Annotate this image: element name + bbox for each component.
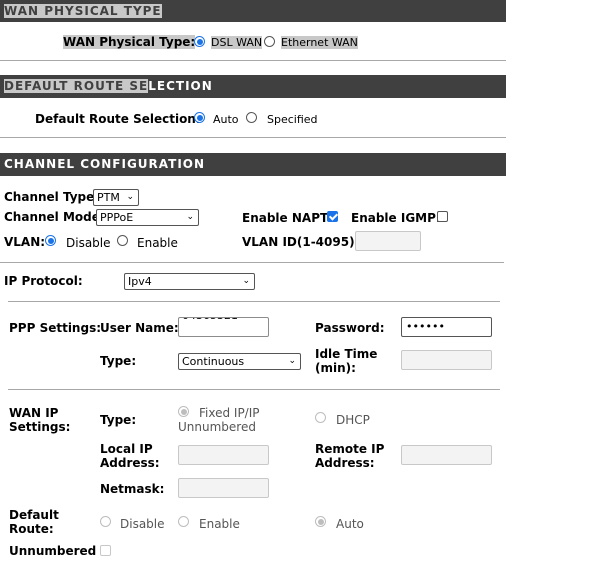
remote-ip-input[interactable] <box>401 445 492 465</box>
vlan-id-input[interactable] <box>355 231 421 251</box>
default-route-enable-radio[interactable] <box>178 516 189 527</box>
route-auto-radio[interactable] <box>194 112 205 123</box>
enable-igmp-label: Enable IGMP: <box>351 211 441 225</box>
chevron-down-icon: ⌄ <box>126 192 134 202</box>
channel-mode-select[interactable]: PPPoE ⌄ <box>96 209 199 226</box>
wan-ip-type-label: Type: <box>100 413 137 427</box>
divider <box>0 60 506 61</box>
ip-protocol-label: IP Protocol: <box>4 274 83 288</box>
local-ip-input[interactable] <box>178 445 269 465</box>
unnumbered-label: Unnumbered <box>9 544 97 558</box>
default-route-auto-label: Auto <box>336 517 364 531</box>
chevron-down-icon: ⌄ <box>288 356 296 366</box>
dsl-wan-radio[interactable] <box>194 36 205 47</box>
enable-napt-label: Enable NAPT: <box>242 211 333 225</box>
remote-ip-label: Remote IP Address: <box>315 442 385 470</box>
default-route-auto-radio[interactable] <box>315 516 326 527</box>
idle-time-label: Idle Time (min): <box>315 347 378 375</box>
divider <box>8 301 500 302</box>
ppp-settings-label: PPP Settings: <box>9 321 102 335</box>
wan-physical-type-label: WAN Physical Type: <box>63 35 196 49</box>
netmask-label: Netmask: <box>100 482 165 496</box>
chevron-down-icon: ⌄ <box>186 212 194 222</box>
route-auto-label: Auto <box>213 113 239 126</box>
vlan-disable-radio[interactable] <box>45 235 56 246</box>
wan-physical-type-header: WAN PHYSICAL TYPE <box>0 0 506 22</box>
divider <box>8 389 500 390</box>
vlan-disable-label: Disable <box>66 236 111 250</box>
wan-ip-settings-label: WAN IP Settings: <box>9 406 71 434</box>
default-route-disable-label: Disable <box>120 517 165 531</box>
password-label: Password: <box>315 321 385 335</box>
local-ip-label: Local IP Address: <box>100 442 160 470</box>
default-route-disable-radio[interactable] <box>100 516 111 527</box>
ppp-type-label: Type: <box>100 354 137 368</box>
channel-configuration-header: CHANNEL CONFIGURATION <box>0 153 506 176</box>
unnumbered-checkbox[interactable] <box>100 545 111 556</box>
default-route-enable-label: Enable <box>199 517 240 531</box>
ethernet-wan-radio[interactable] <box>264 36 275 47</box>
default-route-selection-header: DEFAULT ROUTE SELECTION <box>0 75 506 98</box>
username-input[interactable]: 04365321 <box>178 317 269 337</box>
divider <box>0 262 504 263</box>
vlan-label: VLAN: <box>4 235 46 249</box>
fixed-ip-label: Fixed IP/IP Unnumbered <box>178 406 260 434</box>
vlan-enable-radio[interactable] <box>117 235 128 246</box>
chevron-down-icon: ⌄ <box>242 276 250 286</box>
password-input[interactable]: •••••• <box>401 317 492 337</box>
dhcp-label: DHCP <box>336 413 370 427</box>
vlan-enable-label: Enable <box>137 236 178 250</box>
enable-napt-checkbox[interactable] <box>327 211 338 222</box>
ethernet-wan-label: Ethernet WAN <box>281 36 358 49</box>
netmask-input[interactable] <box>178 478 269 498</box>
enable-igmp-checkbox[interactable] <box>437 211 448 222</box>
vlan-id-label: VLAN ID(1-4095): <box>242 235 360 249</box>
dhcp-radio[interactable] <box>315 412 326 423</box>
username-label: User Name: <box>100 321 179 335</box>
idle-time-input[interactable] <box>401 350 492 370</box>
default-route-selection-label: Default Route Selection: <box>35 112 201 126</box>
route-specified-label: Specified <box>267 113 318 126</box>
dsl-wan-label: DSL WAN <box>211 36 263 49</box>
route-specified-radio[interactable] <box>246 112 257 123</box>
default-route-label: Default Route: <box>9 508 59 536</box>
ppp-type-select[interactable]: Continuous ⌄ <box>178 353 301 370</box>
channel-mode-label: Channel Mode: <box>4 210 105 224</box>
ip-protocol-select[interactable]: Ipv4 ⌄ <box>124 273 255 290</box>
divider <box>0 137 506 138</box>
channel-type-label: Channel Type: <box>4 190 100 204</box>
channel-type-select[interactable]: PTM ⌄ <box>93 189 139 206</box>
